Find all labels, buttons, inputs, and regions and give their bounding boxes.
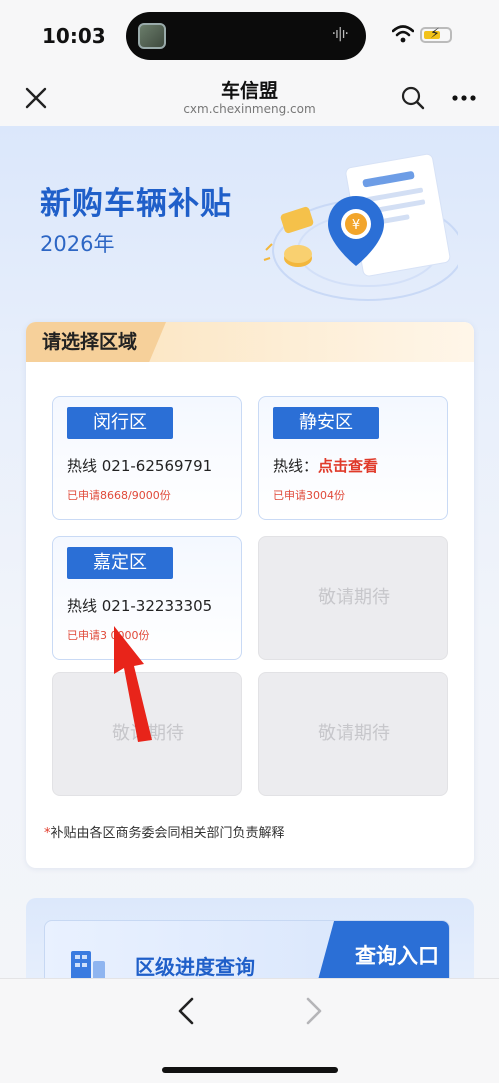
district-name: 静安区 (273, 407, 379, 439)
building-chart-icon (71, 951, 105, 978)
search-icon[interactable] (400, 85, 426, 111)
nav-bar: 车信盟 cxm.chexinmeng.com (0, 72, 499, 126)
hotline-label: 热线： (273, 457, 319, 475)
bottom-toolbar (0, 978, 499, 1083)
wifi-icon (392, 25, 414, 43)
status-time: 10:03 (42, 24, 106, 48)
region-header-title: 请选择区域 (26, 322, 166, 362)
query-entry-button[interactable]: 查询入口 (315, 921, 449, 978)
media-thumbnail-icon (138, 23, 166, 49)
coming-soon-label: 敬请期待 (318, 723, 390, 744)
audio-wave-icon: ·ı|ı· (331, 26, 349, 42)
district-name: 嘉定区 (67, 547, 173, 579)
district-applied-count: 已申请3004份 (273, 489, 345, 502)
district-hotline: 热线：点击查看 (273, 455, 378, 476)
coin-symbol: ¥ (352, 218, 360, 233)
subsidy-illustration-icon: ¥ (263, 153, 458, 301)
query-label: 区级进度查询 (135, 955, 255, 978)
region-card: 请选择区域 闵行区 热线 021-62569791 已申请8668/9000份 … (26, 322, 474, 868)
more-icon[interactable] (450, 84, 478, 112)
forward-arrow-icon[interactable] (300, 993, 328, 1029)
hero-year: 2026年 (40, 232, 115, 256)
footnote-text: 补贴由各区商务委会同相关部门负责解释 (50, 826, 285, 841)
district-name: 闵行区 (67, 407, 173, 439)
dynamic-island: ·ı|ı· (126, 12, 366, 60)
district-card-jingan[interactable]: 静安区 热线：点击查看 已申请3004份 (258, 396, 448, 520)
district-applied-count: 已申请8668/9000份 (67, 489, 171, 502)
hero-title: 新购车辆补贴 (40, 186, 232, 222)
view-hotline-link[interactable]: 点击查看 (318, 457, 378, 475)
district-hotline: 热线 021-62569791 (67, 457, 213, 475)
home-indicator (162, 1067, 338, 1073)
coming-soon-label: 敬请期待 (318, 587, 390, 608)
region-header: 请选择区域 (26, 322, 474, 362)
query-card: 区级进度查询 查询入口 (26, 898, 474, 978)
red-arrow-annotation (114, 626, 152, 742)
district-card-minhang[interactable]: 闵行区 热线 021-62569791 已申请8668/9000份 (52, 396, 242, 520)
status-bar: 10:03 ·ı|ı· ⚡ (0, 0, 499, 72)
battery-icon: ⚡ (420, 26, 452, 43)
footnote: *补贴由各区商务委会同相关部门负责解释 (44, 822, 285, 841)
coming-soon-card: 敬请期待 (258, 536, 448, 660)
page-content: 新购车辆补贴 2026年 ¥ 请选择区域 闵行区 热线 021-62569791… (0, 126, 499, 978)
district-hotline: 热线 021-32233305 (67, 597, 213, 615)
coming-soon-card: 敬请期待 (258, 672, 448, 796)
query-banner[interactable]: 区级进度查询 查询入口 (44, 920, 450, 978)
back-arrow-icon[interactable] (172, 993, 200, 1029)
